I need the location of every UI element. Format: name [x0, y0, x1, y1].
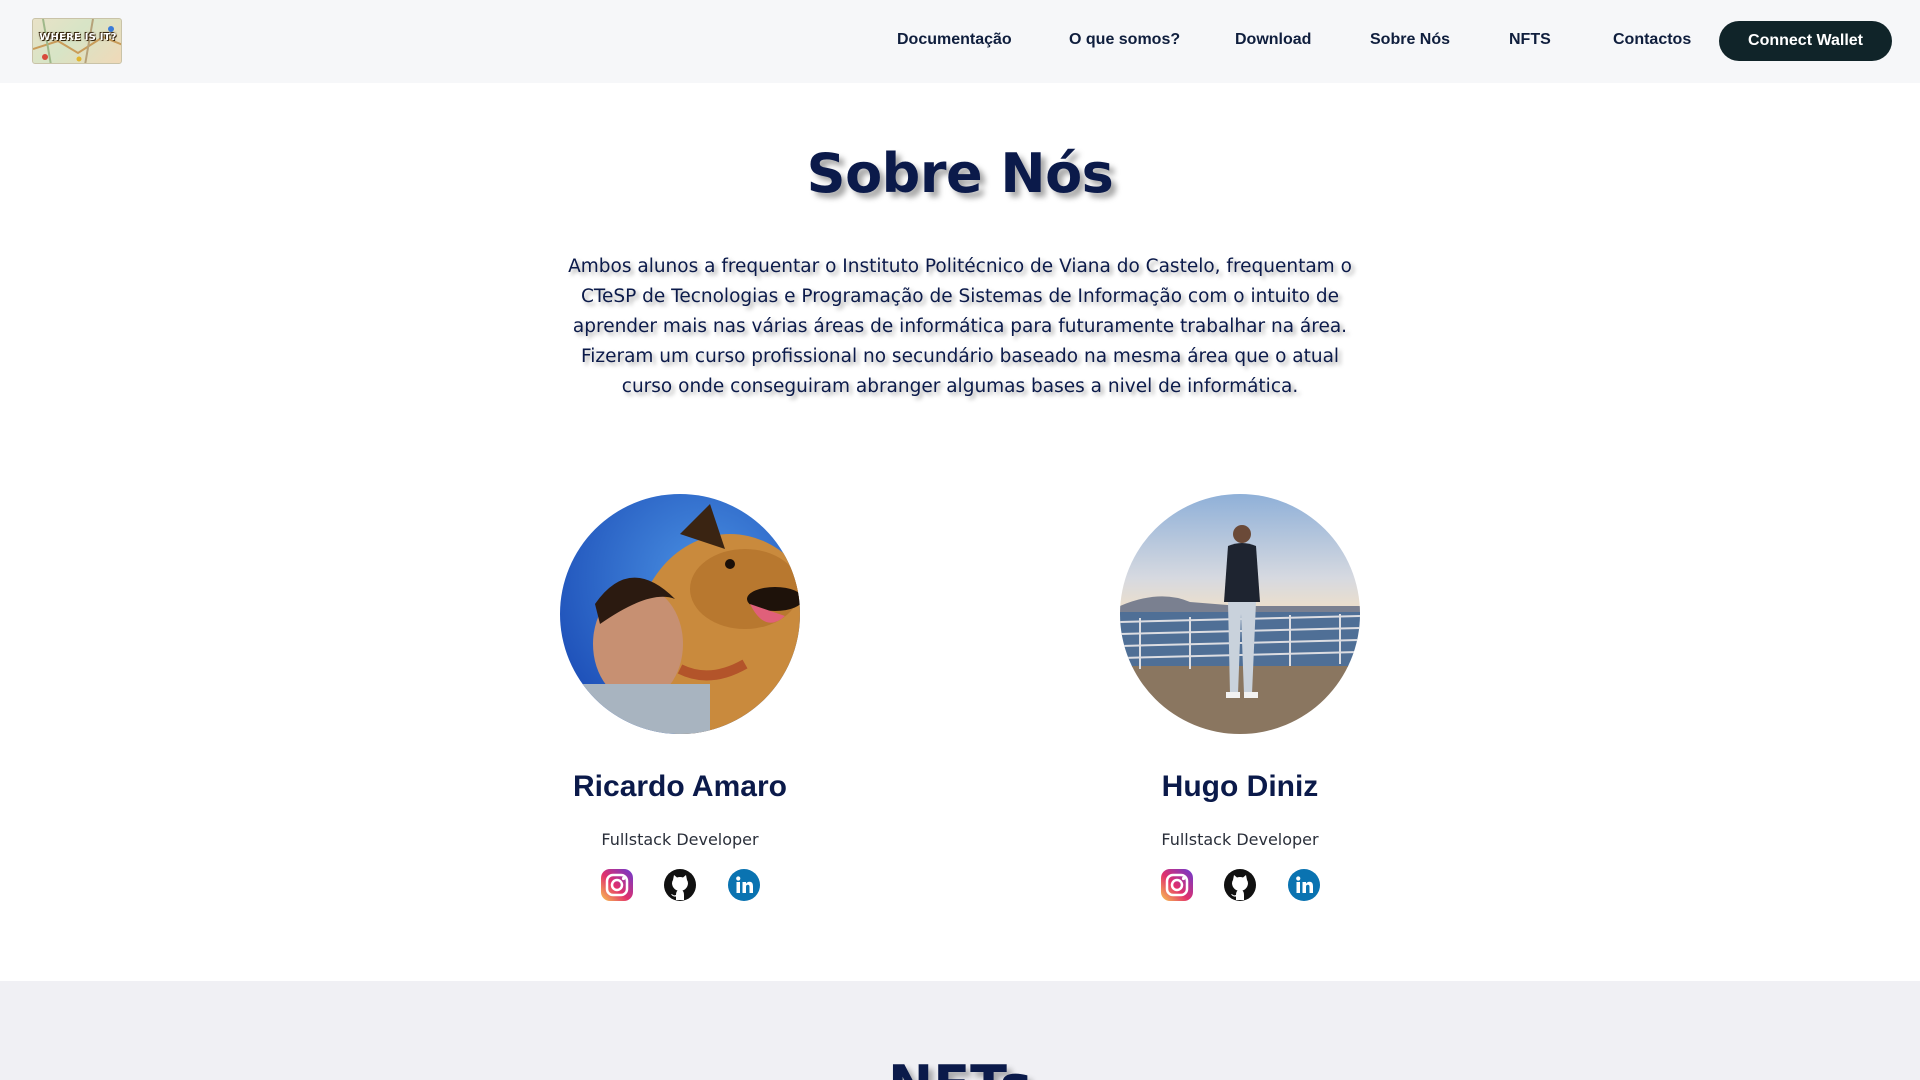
logo-text: WHERE IS IT?: [39, 32, 117, 43]
nfts-section: NFTs: [0, 981, 1920, 1080]
connect-wallet-button[interactable]: Connect Wallet: [1719, 21, 1892, 61]
member-photo: [560, 494, 800, 734]
about-title: Sobre Nós: [806, 142, 1114, 205]
linkedin-icon[interactable]: [727, 868, 761, 902]
instagram-icon[interactable]: [600, 868, 634, 902]
nav-download[interactable]: Download: [1235, 31, 1311, 49]
member-photo: [1120, 494, 1360, 734]
nav-documentacao[interactable]: Documentação: [897, 31, 1012, 49]
nav-contactos[interactable]: Contactos: [1613, 31, 1691, 49]
github-icon[interactable]: [663, 868, 697, 902]
about-description: Ambos alunos a frequentar o Instituto Po…: [568, 256, 1352, 397]
github-icon[interactable]: [1223, 868, 1257, 902]
social-links: [1080, 868, 1400, 904]
navbar: WHERE IS IT? Documentação O que somos? D…: [0, 0, 1920, 83]
site-logo[interactable]: WHERE IS IT?: [32, 18, 122, 64]
member-role: Fullstack Developer: [601, 830, 759, 849]
social-links: [520, 868, 840, 904]
nav-sobre-nos[interactable]: Sobre Nós: [1370, 31, 1450, 49]
member-role: Fullstack Developer: [1161, 830, 1319, 849]
nav-nfts[interactable]: NFTS: [1509, 31, 1551, 49]
instagram-icon[interactable]: [1160, 868, 1194, 902]
nfts-title: NFTs: [0, 1054, 1920, 1080]
nav-o-que-somos[interactable]: O que somos?: [1069, 31, 1180, 49]
member-name: Hugo Diniz: [1161, 770, 1319, 803]
member-name: Ricardo Amaro: [573, 770, 787, 803]
linkedin-icon[interactable]: [1287, 868, 1321, 902]
